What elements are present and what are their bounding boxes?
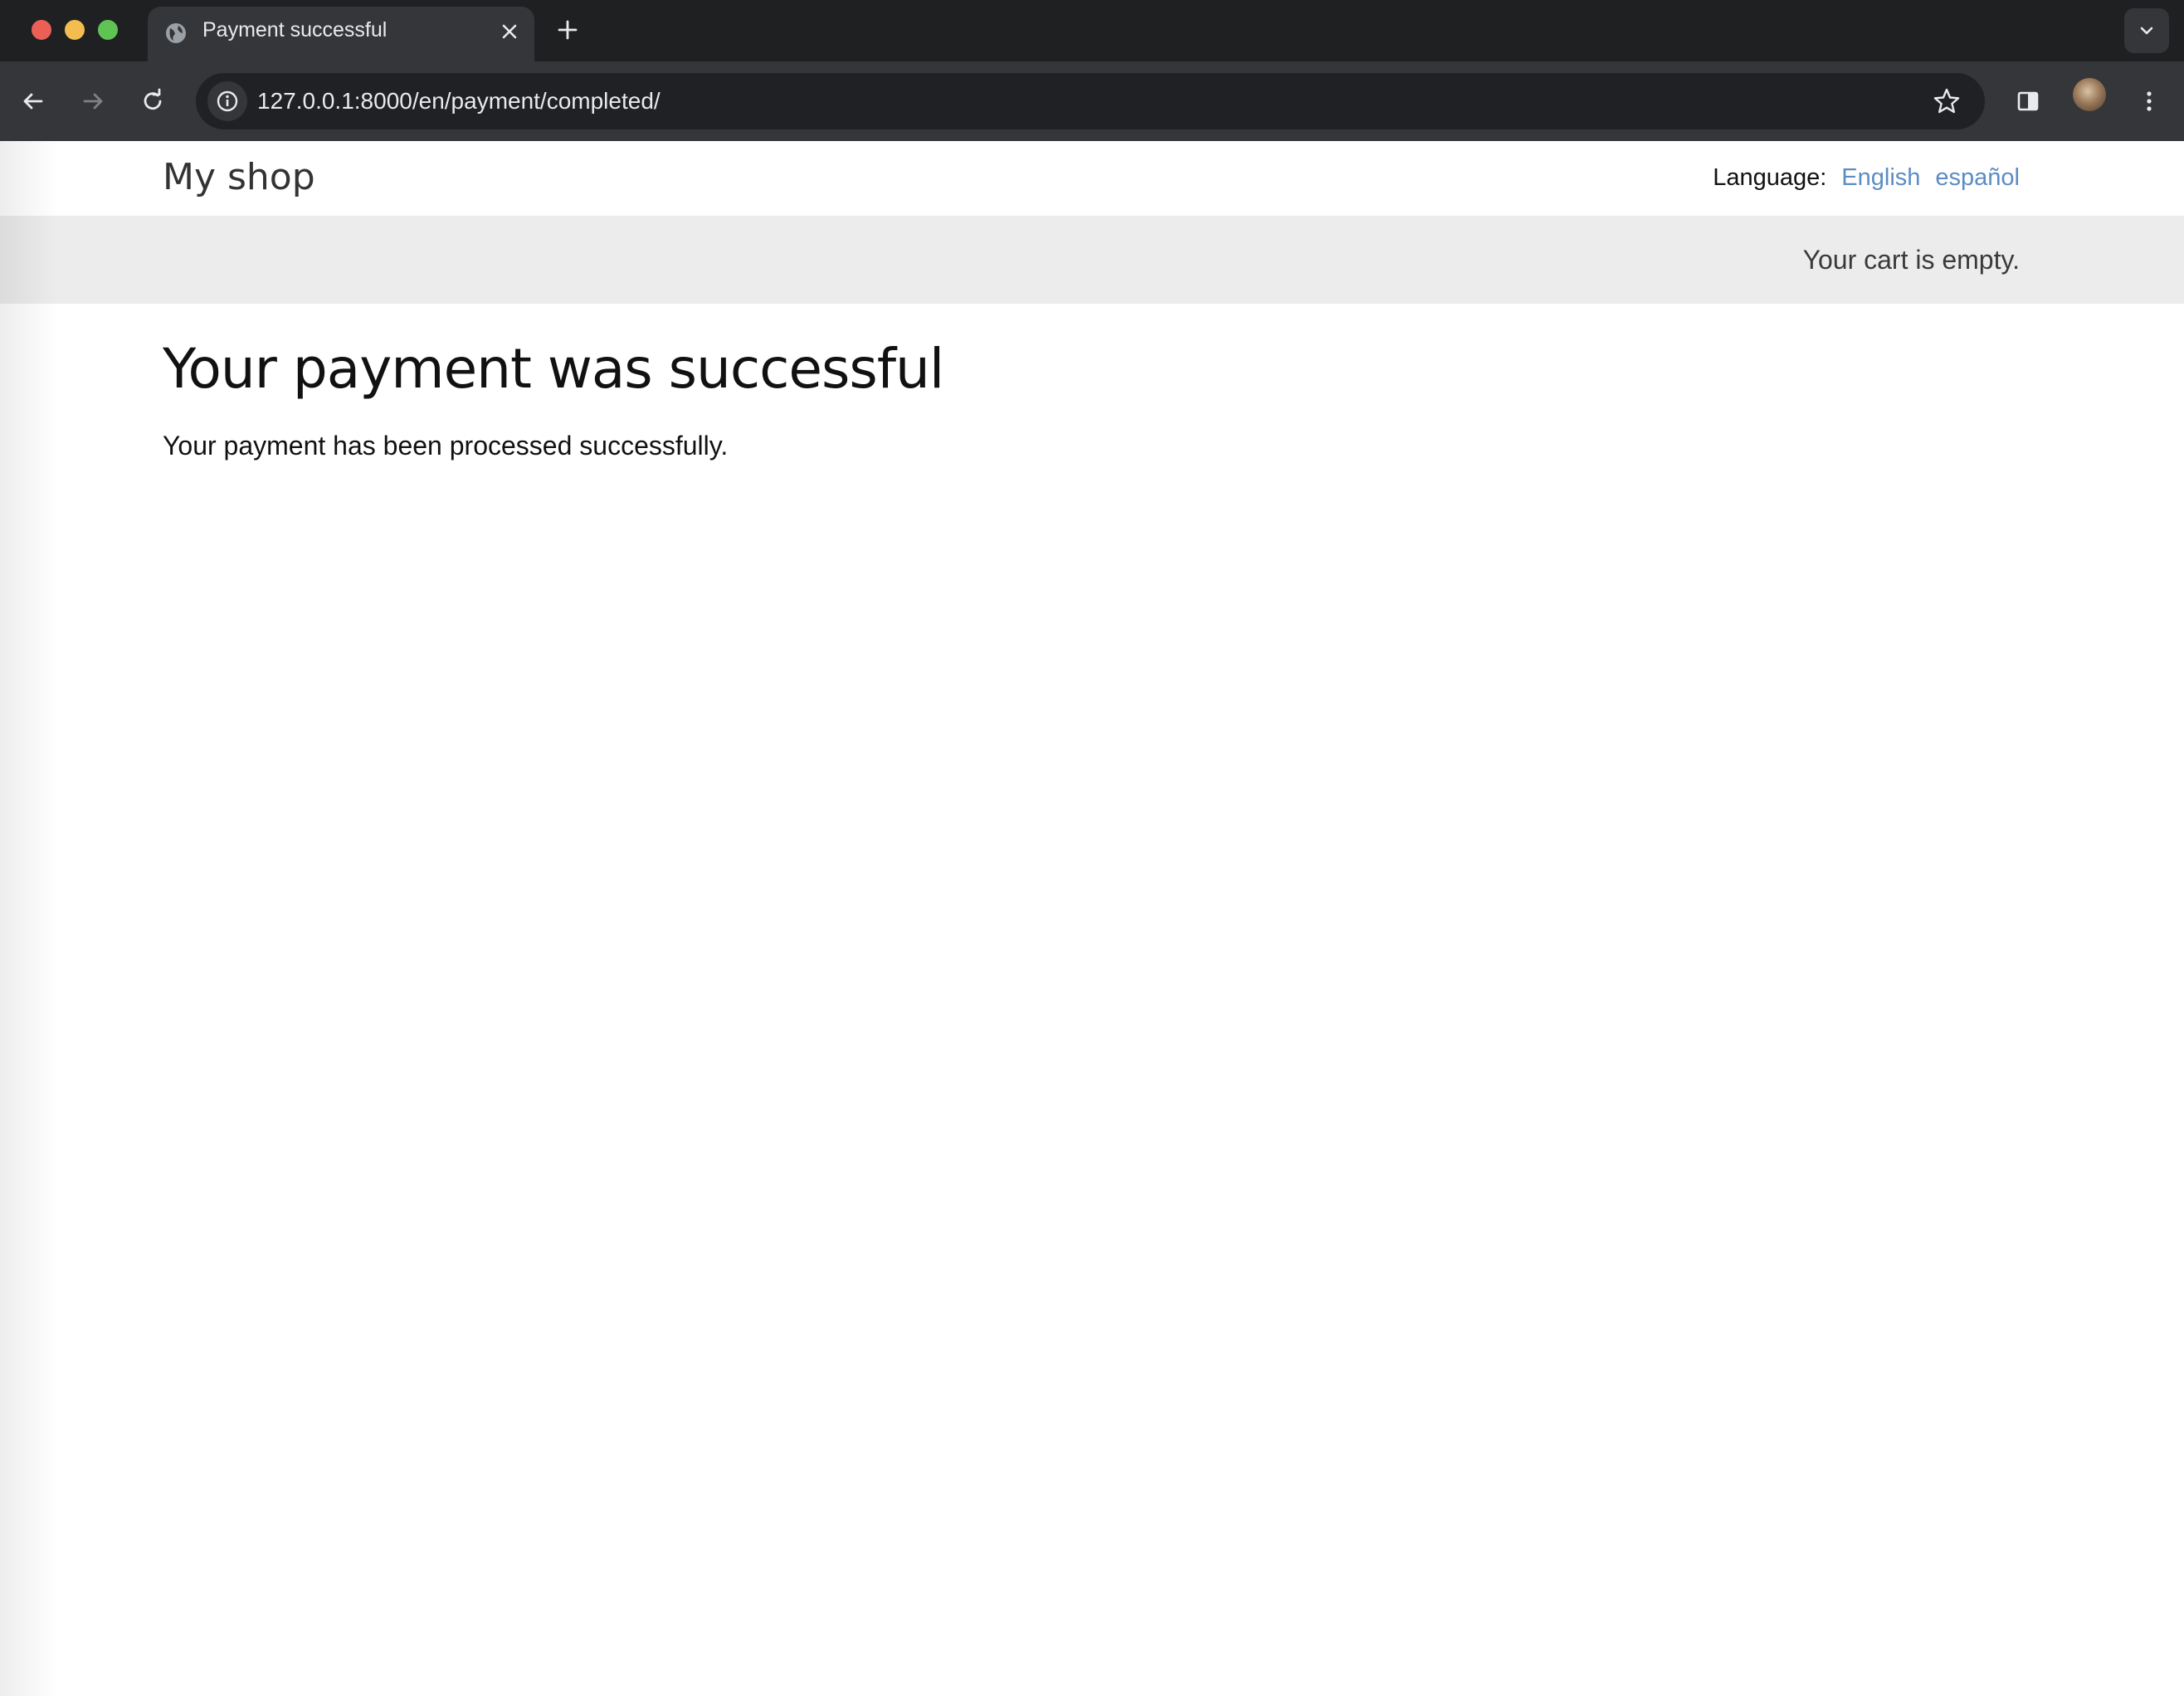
page-edge-shadow — [0, 141, 58, 1696]
address-url[interactable]: 127.0.0.1:8000/en/payment/completed/ — [257, 73, 661, 129]
language-link-english[interactable]: English — [1841, 164, 1920, 191]
language-label: Language: — [1713, 164, 1827, 191]
web-page: My shop Language: English español Your car… — [0, 141, 2184, 1696]
profile-avatar[interactable] — [2073, 78, 2106, 111]
language-selector: Language: English español — [1713, 164, 2020, 192]
site-info-icon[interactable] — [207, 81, 247, 121]
tab-title: Payment successful — [202, 18, 388, 41]
tab-close-icon[interactable] — [496, 18, 523, 45]
address-bar[interactable]: 127.0.0.1:8000/en/payment/completed/ — [196, 73, 1985, 129]
cart-subheader: Your cart is empty. — [0, 216, 2184, 304]
side-panel-icon[interactable] — [2008, 81, 2048, 121]
bookmark-star-icon[interactable] — [1930, 85, 1963, 118]
main-content: Your payment was successful Your payment… — [163, 337, 944, 461]
shop-logo-link[interactable]: My shop — [163, 156, 315, 198]
browser-tab-active[interactable]: Payment successful — [148, 7, 534, 61]
globe-icon — [163, 20, 189, 46]
window-close-button[interactable] — [32, 20, 51, 40]
forward-arrow-icon[interactable] — [73, 81, 113, 121]
more-menu-icon[interactable] — [2129, 81, 2169, 121]
tab-search-chevron-down-icon[interactable] — [2124, 8, 2169, 53]
reload-icon[interactable] — [133, 81, 173, 121]
browser-toolbar: 127.0.0.1:8000/en/payment/completed/ — [0, 61, 2184, 141]
language-link-espanol[interactable]: español — [1935, 164, 2020, 191]
window-minimize-button[interactable] — [65, 20, 85, 40]
new-tab-plus-icon[interactable] — [553, 15, 583, 45]
payment-message: Your payment has been processed successf… — [163, 431, 729, 461]
browser-tab-bar: Payment successful — [0, 0, 2184, 61]
back-arrow-icon[interactable] — [13, 81, 53, 121]
window-zoom-button[interactable] — [98, 20, 118, 40]
site-header: My shop Language: English español — [0, 141, 2184, 216]
cart-status: Your cart is empty. — [1802, 245, 2020, 275]
page-title: Your payment was successful — [163, 337, 944, 401]
